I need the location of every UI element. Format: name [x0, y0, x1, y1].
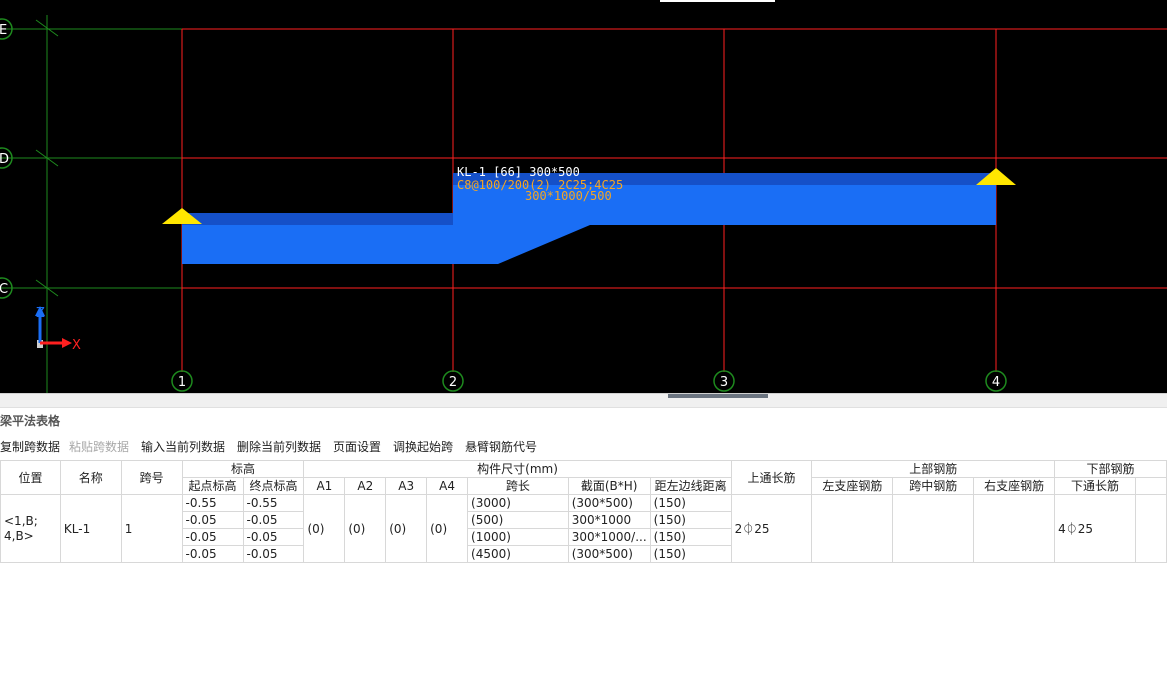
cad-drawing: KL-1 [66] 300*500 C8@100/200(2) 2C25;4C2… [0, 0, 1167, 393]
cell-a3[interactable]: (0) [385, 494, 428, 563]
cell-span-length[interactable]: (500) [467, 511, 569, 529]
z-axis-label: Z [36, 306, 45, 321]
cell-section[interactable]: 300*1000 [567, 511, 651, 529]
splitter-handle[interactable] [668, 394, 768, 398]
cell-position[interactable]: <1,B; 4,B> [0, 494, 61, 563]
cell-edge-distance[interactable]: (150) [649, 528, 732, 546]
col-header-mid-span[interactable]: 跨中钢筋 [892, 477, 975, 495]
cell-span-length[interactable]: (3000) [467, 494, 569, 512]
col-header-position[interactable]: 位置 [0, 460, 61, 495]
axis-label-d: D [0, 152, 9, 167]
cell-a1[interactable]: (0) [303, 494, 346, 563]
axis-bubble-4[interactable]: 4 [985, 370, 1007, 392]
col-header-bottom-extra[interactable] [1134, 477, 1167, 495]
input-current-column-button[interactable]: 输入当前列数据 [141, 436, 225, 458]
axis-label-c: C [0, 282, 8, 297]
col-header-a4[interactable]: A4 [426, 477, 469, 495]
axis-label-1: 1 [178, 375, 186, 390]
cell-name[interactable]: KL-1 [59, 494, 122, 563]
cell-edge-distance[interactable]: (150) [649, 545, 732, 563]
axis-bubble-2[interactable]: 2 [442, 370, 464, 392]
col-header-section[interactable]: 截面(B*H) [567, 477, 651, 495]
cell-bottom-through[interactable]: 4⏀25 [1054, 494, 1136, 563]
cell-end-elevation[interactable]: -0.05 [242, 545, 305, 563]
beam-top-face [182, 213, 453, 225]
cad-canvas[interactable]: KL-1 [66] 300*500 C8@100/200(2) 2C25;4C2… [0, 0, 1167, 393]
cell-a4[interactable]: (0) [426, 494, 469, 563]
col-header-dimensions[interactable]: 构件尺寸(mm) [303, 460, 732, 478]
swap-start-span-button[interactable]: 调换起始跨 [393, 436, 453, 458]
beam-label-section: 300*1000/500 [525, 189, 612, 203]
col-header-bottom-through[interactable]: 下通长筋 [1054, 477, 1136, 495]
col-header-a2[interactable]: A2 [344, 477, 387, 495]
axis-bubble-3[interactable]: 3 [713, 370, 735, 392]
col-header-top-rebar[interactable]: 上部钢筋 [811, 460, 1056, 478]
col-header-end-elevation[interactable]: 终点标高 [242, 477, 305, 495]
col-header-elevation[interactable]: 标高 [181, 460, 305, 478]
delete-current-column-button[interactable]: 删除当前列数据 [237, 436, 321, 458]
x-axis-label: X [72, 338, 81, 353]
col-header-start-elevation[interactable]: 起点标高 [181, 477, 244, 495]
col-header-a1[interactable]: A1 [303, 477, 346, 495]
cell-end-elevation[interactable]: -0.05 [242, 511, 305, 529]
top-edge-marker [660, 0, 775, 2]
cantilever-rebar-code-button[interactable]: 悬臂钢筋代号 [465, 436, 537, 458]
cell-edge-distance[interactable]: (150) [649, 511, 732, 529]
col-header-left-support[interactable]: 左支座钢筋 [811, 477, 894, 495]
col-header-edge-distance[interactable]: 距左边线距离 [649, 477, 732, 495]
cell-start-elevation[interactable]: -0.55 [181, 494, 244, 512]
panel-splitter[interactable] [0, 393, 1167, 408]
page-setup-button[interactable]: 页面设置 [333, 436, 381, 458]
cell-a2[interactable]: (0) [344, 494, 387, 563]
axis-label-2: 2 [449, 375, 457, 390]
cell-section[interactable]: 300*1000/... [567, 528, 651, 546]
col-header-span-no[interactable]: 跨号 [120, 460, 183, 495]
cell-section[interactable]: (300*500) [567, 494, 651, 512]
cell-top-through[interactable]: 2⏀25 [730, 494, 813, 563]
col-header-a3[interactable]: A3 [385, 477, 428, 495]
col-header-bottom-rebar[interactable]: 下部钢筋 [1054, 460, 1167, 478]
col-header-name[interactable]: 名称 [59, 460, 122, 495]
cell-bottom-extra[interactable] [1134, 494, 1167, 563]
table-row[interactable]: <1,B; 4,B> KL-1 1 -0.55 -0.55 (0) (0) (0… [0, 494, 1167, 563]
col-header-top-through[interactable]: 上通长筋 [730, 460, 813, 495]
axis-label-e: E [0, 23, 7, 38]
col-header-right-support[interactable]: 右支座钢筋 [973, 477, 1056, 495]
cell-end-elevation[interactable]: -0.05 [242, 528, 305, 546]
copy-span-data-button[interactable]: 复制跨数据 [0, 436, 60, 458]
paste-span-data-button[interactable]: 粘贴跨数据 [69, 436, 129, 458]
coordinate-axes-icon: Z X [35, 306, 81, 353]
cell-span-length[interactable]: (4500) [467, 545, 569, 563]
axis-label-3: 3 [720, 375, 728, 390]
cell-span-no[interactable]: 1 [120, 494, 183, 563]
cell-start-elevation[interactable]: -0.05 [181, 511, 244, 529]
cell-section[interactable]: (300*500) [567, 545, 651, 563]
cell-right-support[interactable] [973, 494, 1056, 563]
cell-start-elevation[interactable]: -0.05 [181, 528, 244, 546]
cell-mid-span[interactable] [892, 494, 975, 563]
cell-end-elevation[interactable]: -0.55 [242, 494, 305, 512]
cell-start-elevation[interactable]: -0.05 [181, 545, 244, 563]
cell-edge-distance[interactable]: (150) [649, 494, 732, 512]
axis-label-4: 4 [992, 375, 1000, 390]
beam-label-name: KL-1 [66] 300*500 [457, 165, 580, 179]
beam-flat-table[interactable]: 位置 名称 跨号 标高 构件尺寸(mm) 上通长筋 上部钢筋 下部钢筋 起点标高… [0, 460, 1167, 563]
table-toolbar: 复制跨数据 粘贴跨数据 输入当前列数据 删除当前列数据 页面设置 调换起始跨 悬… [0, 436, 1167, 458]
cell-left-support[interactable] [811, 494, 894, 563]
panel-title: 梁平法表格 [0, 414, 61, 428]
cell-span-length[interactable]: (1000) [467, 528, 569, 546]
col-header-span-length[interactable]: 跨长 [467, 477, 569, 495]
axis-bubble-1[interactable]: 1 [171, 370, 193, 392]
